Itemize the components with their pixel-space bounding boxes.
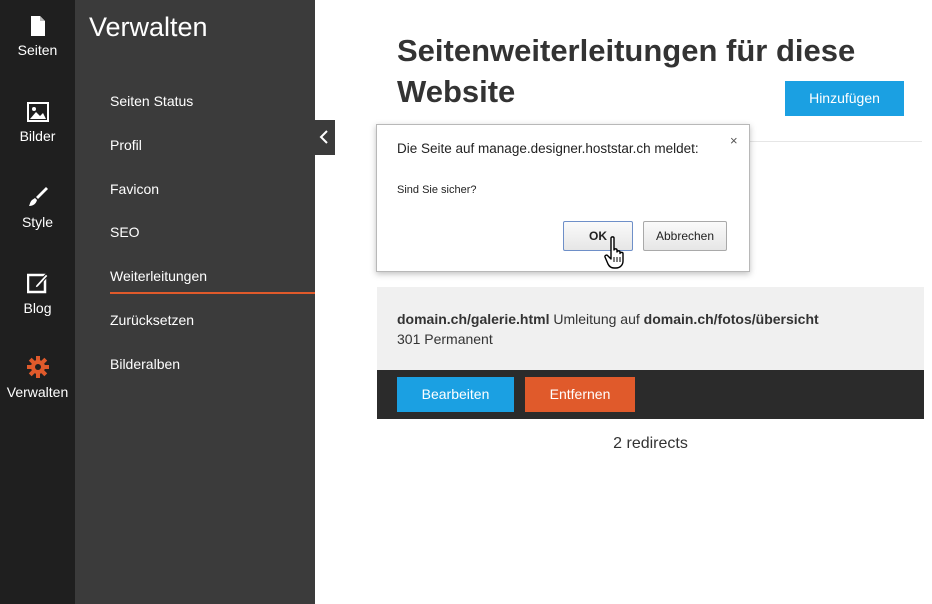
panel-item-seo[interactable]: SEO [110,224,140,240]
active-item-underline [110,292,315,294]
redirect-connector: Umleitung auf [549,311,644,327]
gear-icon [26,356,49,378]
rail-label: Blog [23,300,52,316]
add-button[interactable]: Hinzufügen [785,81,904,116]
redirect-target: domain.ch/fotos/übersicht [643,311,819,327]
redirect-count: 2 redirects [613,435,688,452]
panel-item-favicon[interactable]: Favicon [110,181,159,197]
cancel-button[interactable]: Abbrechen [643,221,727,251]
image-icon [26,102,49,122]
hand-cursor-icon [604,236,624,269]
panel-item-zuruecksetzen[interactable]: Zurücksetzen [110,312,194,328]
redirect-description: domain.ch/galerie.html Umleitung auf dom… [397,311,819,327]
rail-item-blog[interactable]: Blog [0,272,75,316]
rail-label: Style [21,214,54,230]
edit-icon [26,273,49,294]
rail-label: Bilder [19,128,56,144]
page-icon [30,16,45,36]
remove-button[interactable]: Entfernen [525,377,635,412]
brush-icon [28,187,48,206]
icon-rail: Seiten Bilder Style Blog Verwalten [0,0,75,604]
rail-item-bilder[interactable]: Bilder [0,102,75,144]
panel-item-seiten-status[interactable]: Seiten Status [110,93,193,109]
panel-item-bilderalben[interactable]: Bilderalben [110,356,180,372]
manage-panel: Verwalten Seiten Status Profil Favicon S… [75,0,315,604]
dialog-message: Die Seite auf manage.designer.hoststar.c… [397,141,699,156]
collapse-panel-button[interactable] [315,120,335,155]
redirect-source: domain.ch/galerie.html [397,311,550,327]
panel-item-profil[interactable]: Profil [110,137,142,153]
panel-title: Verwalten [89,12,208,42]
rail-item-seiten[interactable]: Seiten [0,16,75,58]
confirm-dialog: Die Seite auf manage.designer.hoststar.c… [376,124,750,272]
dialog-close-button[interactable]: × [730,133,738,148]
rail-item-style[interactable]: Style [0,186,75,230]
chevron-left-icon [319,130,328,144]
dialog-question: Sind Sie sicher? [397,184,477,196]
panel-item-weiterleitungen[interactable]: Weiterleitungen [110,268,207,284]
rail-label: Verwalten [6,384,69,400]
edit-button[interactable]: Bearbeiten [397,377,514,412]
redirect-type: 301 Permanent [397,331,493,347]
rail-label: Seiten [17,42,58,58]
rail-item-verwalten[interactable]: Verwalten [0,356,75,400]
redirect-actions: Bearbeiten Entfernen [377,370,924,419]
redirect-item: domain.ch/galerie.html Umleitung auf dom… [377,287,924,370]
